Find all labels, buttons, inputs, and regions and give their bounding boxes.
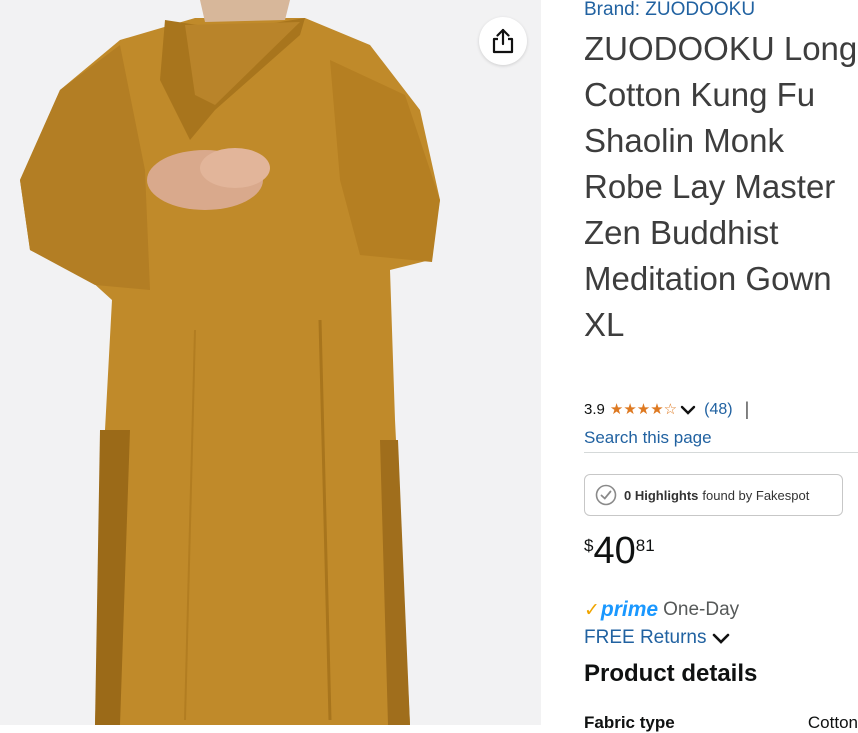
prime-check-icon: ✓ — [584, 599, 600, 621]
prime-logo: ✓ prime — [584, 598, 659, 621]
details-row: Fabric type Cotton — [584, 713, 858, 733]
star-full-icon: ★ — [650, 401, 664, 418]
product-title: ZUODOOKU Long Cotton Kung Fu Shaolin Mon… — [584, 30, 858, 343]
rating-count-link[interactable]: (48) — [704, 401, 732, 419]
star-full-icon: ★ — [636, 401, 651, 418]
free-returns-link[interactable]: FREE Returns — [584, 627, 730, 649]
product-image-panel[interactable] — [0, 0, 541, 725]
rating-value: 3.9 — [584, 401, 605, 418]
rating-row: 3.9 ★ ★ ★ ★ ☆ (48) | — [584, 399, 749, 420]
price-fraction: 81 — [635, 536, 655, 555]
star-empty-icon: ☆ — [663, 401, 678, 418]
divider — [584, 452, 858, 453]
share-icon — [492, 28, 514, 54]
product-details-heading: Product details — [584, 660, 758, 687]
product-image[interactable] — [0, 0, 541, 725]
check-circle-icon — [595, 484, 617, 506]
price-currency: $ — [584, 536, 594, 555]
price-whole: 40 — [593, 530, 636, 572]
prime-service: One-Day — [663, 599, 740, 620]
chevron-down-icon[interactable] — [712, 632, 730, 644]
details-row-label: Fabric type — [584, 713, 675, 732]
free-returns-label[interactable]: FREE Returns — [584, 627, 706, 649]
details-row-value: Cotton — [807, 713, 858, 732]
search-this-page-link[interactable]: Search this page — [584, 428, 712, 448]
rating-stars[interactable]: ★ ★ ★ ★ ☆ — [610, 402, 677, 417]
chevron-down-icon[interactable] — [680, 404, 696, 416]
fakespot-suffix: found by Fakespot — [702, 487, 810, 503]
star-full-icon: ★ — [623, 401, 637, 418]
fakespot-highlights-button[interactable]: 0 Highlights found by Fakespot — [584, 474, 843, 516]
share-button[interactable] — [479, 17, 527, 65]
brand-link[interactable]: Brand: ZUODOOKU — [584, 0, 755, 21]
prime-delivery: ✓ prime One-Day — [584, 598, 739, 622]
fakespot-count: 0 Highlights — [624, 487, 699, 503]
star-full-icon: ★ — [609, 401, 624, 418]
separator: | — [744, 399, 750, 419]
price: $4081 — [584, 530, 655, 573]
